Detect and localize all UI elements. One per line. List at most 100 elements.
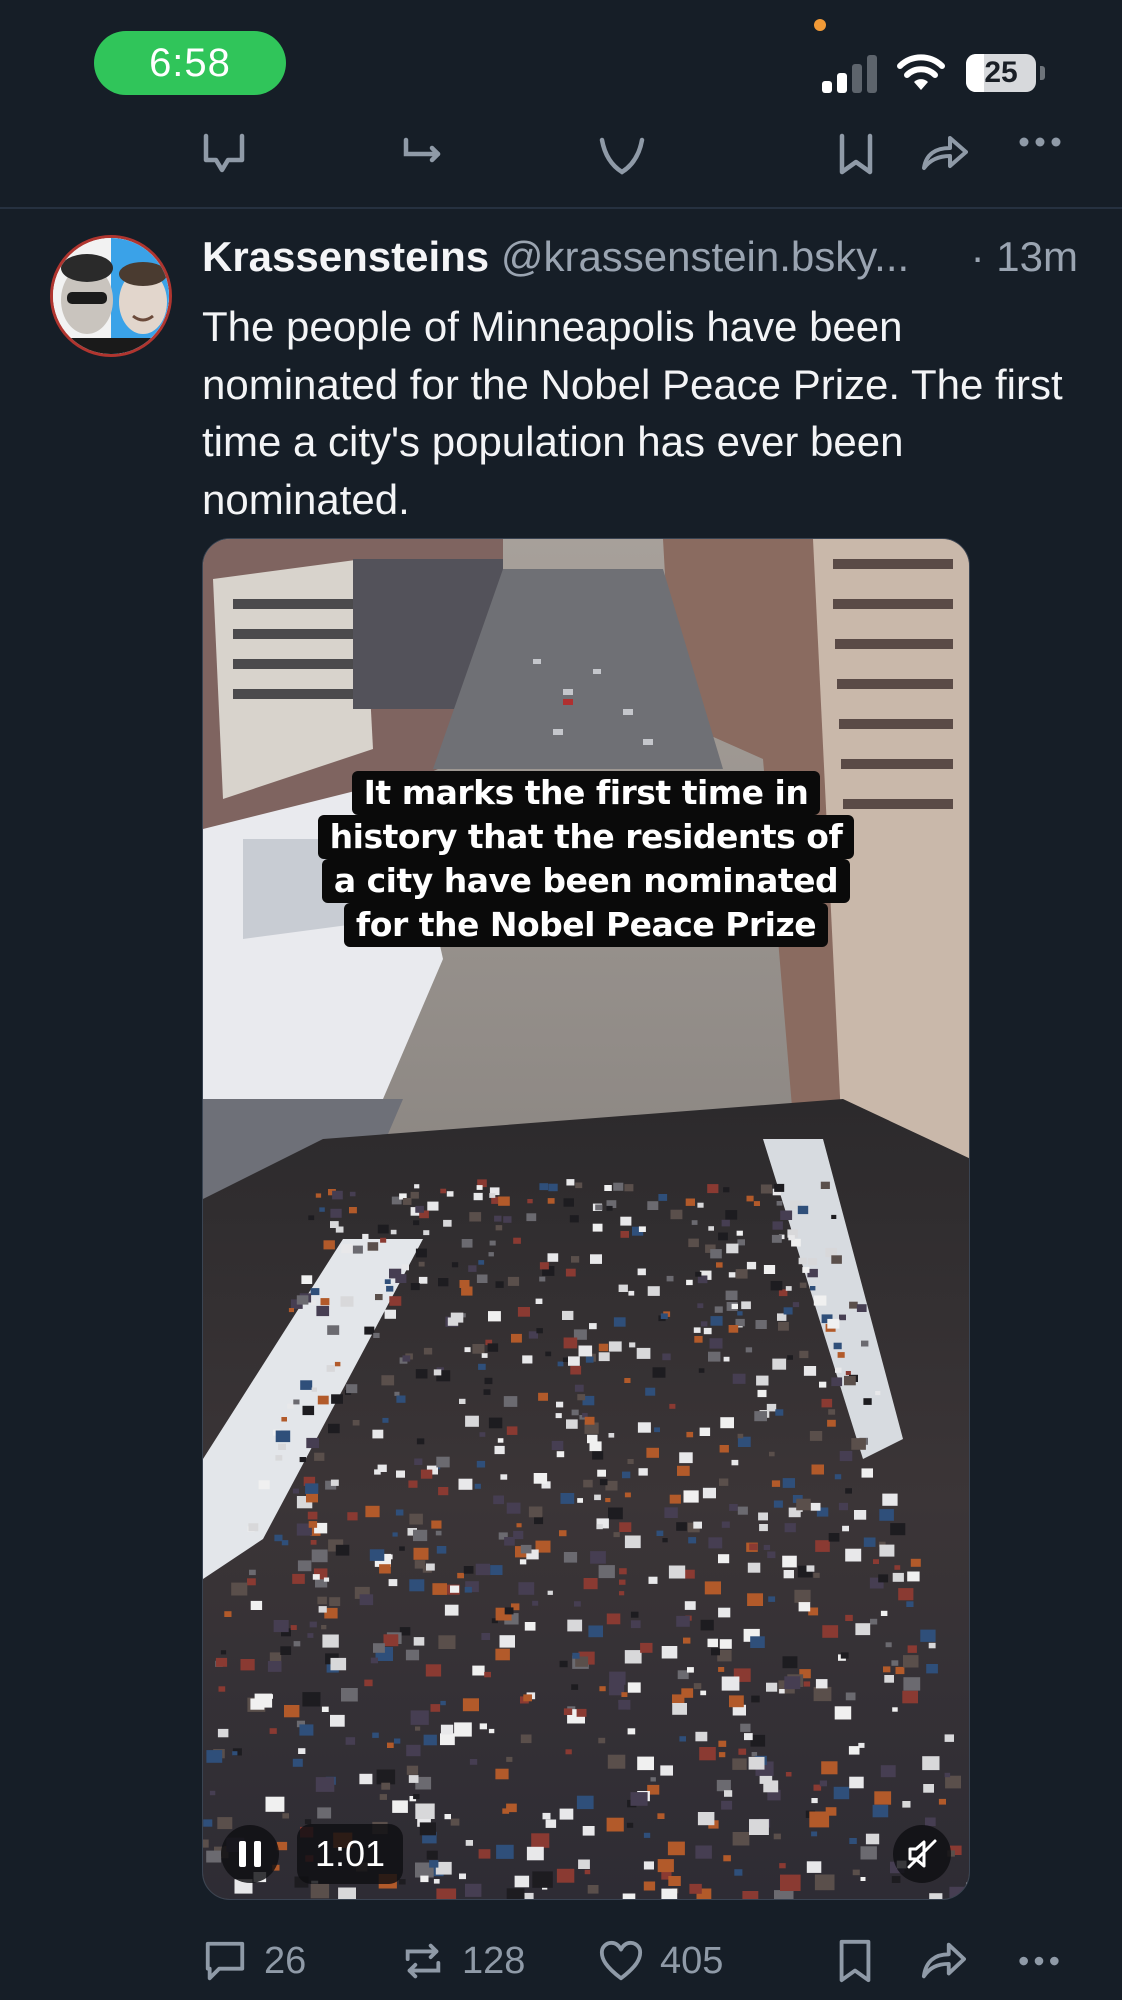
- crowd-speckle: [585, 1356, 594, 1363]
- crowd-speckle: [873, 1559, 879, 1564]
- crowd-speckle: [883, 1666, 891, 1673]
- crowd-speckle: [574, 1601, 581, 1607]
- crowd-speckle: [570, 1365, 582, 1375]
- crowd-speckle: [590, 1254, 602, 1264]
- crowd-speckle: [306, 1492, 318, 1503]
- video-player[interactable]: It marks the first time in history that …: [202, 538, 970, 1900]
- crowd-speckle: [250, 1600, 263, 1610]
- repost-icon: [405, 1943, 441, 1979]
- bookmark-icon: [839, 1939, 871, 1983]
- crowd-speckle: [737, 1506, 748, 1515]
- crowd-speckle: [461, 1239, 473, 1248]
- crowd-speckle: [848, 1746, 860, 1755]
- crowd-speckle: [707, 1184, 719, 1194]
- crowd-speckle: [516, 1523, 522, 1528]
- crowd-speckle: [797, 1205, 809, 1215]
- heart-icon[interactable]: [598, 132, 646, 180]
- bookmark-icon[interactable]: [832, 132, 880, 180]
- crowd-speckle: [828, 1533, 840, 1542]
- crowd-speckle: [861, 1340, 869, 1347]
- crowd-speckle: [302, 1692, 321, 1707]
- crowd-speckle: [884, 1675, 894, 1683]
- share-button[interactable]: [920, 1935, 966, 1987]
- crowd-speckle: [741, 1301, 751, 1310]
- crowd-speckle: [598, 1352, 610, 1362]
- crowd-speckle: [413, 1547, 429, 1560]
- crowd-speckle: [819, 1381, 827, 1388]
- crowd-speckle: [589, 1441, 602, 1452]
- avatar[interactable]: [50, 235, 172, 357]
- crowd-speckle: [683, 1637, 691, 1644]
- crowd-speckle: [388, 1579, 398, 1587]
- crowd-speckle: [547, 1198, 555, 1204]
- reply-icon[interactable]: [200, 132, 248, 180]
- crowd-speckle: [944, 1772, 951, 1778]
- crowd-speckle: [330, 1479, 339, 1486]
- crowd-speckle: [479, 1432, 486, 1437]
- crowd-speckle: [431, 1520, 442, 1529]
- repost-icon[interactable]: [400, 132, 448, 180]
- crowd-speckle: [902, 1801, 911, 1808]
- crowd-speckle: [718, 1554, 730, 1564]
- crowd-speckle: [203, 1819, 213, 1827]
- crowd-speckle: [332, 1190, 343, 1200]
- crowd-speckle: [723, 1187, 730, 1193]
- mute-button[interactable]: [893, 1825, 951, 1883]
- crowd-speckle: [463, 1566, 474, 1574]
- crowd-speckle: [880, 1765, 896, 1778]
- crowd-speckle: [494, 1215, 502, 1222]
- reply-button[interactable]: 26: [202, 1935, 306, 1987]
- crowd-speckle: [218, 1686, 226, 1692]
- crowd-speckle: [719, 1445, 729, 1453]
- crowd-speckle: [563, 1552, 578, 1563]
- crowd-speckle: [423, 1230, 430, 1236]
- bookmark-button[interactable]: [832, 1935, 878, 1987]
- crowd-speckle: [721, 1800, 733, 1810]
- crowd-speckle: [555, 1413, 562, 1419]
- crowd-speckle: [410, 1710, 429, 1725]
- crowd-speckle: [248, 1523, 259, 1532]
- crowd-speckle: [376, 1769, 396, 1785]
- crowd-speckle: [792, 1302, 800, 1308]
- crowd-speckle: [293, 1399, 300, 1405]
- like-button[interactable]: 405: [598, 1935, 723, 1987]
- crowd-speckle: [907, 1645, 917, 1653]
- more-icon[interactable]: [1016, 132, 1064, 180]
- post-timestamp[interactable]: · 13m: [964, 233, 1078, 281]
- crowd-speckle: [630, 1620, 641, 1629]
- crowd-speckle: [833, 1342, 842, 1350]
- crowd-speckle: [203, 1894, 207, 1899]
- crowd-speckle: [330, 1714, 345, 1727]
- post-divider: [0, 207, 1122, 209]
- share-icon[interactable]: [920, 132, 968, 180]
- crowd-speckle: [373, 1332, 380, 1338]
- crowd-speckle: [440, 1733, 455, 1746]
- crowd-speckle: [249, 1569, 256, 1576]
- crowd-speckle: [878, 1574, 889, 1583]
- crowd-speckle: [415, 1726, 421, 1731]
- more-options-button[interactable]: [1016, 1935, 1062, 1987]
- crowd-speckle: [624, 1492, 631, 1498]
- crowd-speckle: [879, 1544, 895, 1557]
- crowd-speckle: [321, 1706, 329, 1712]
- crowd-speckle: [310, 1300, 316, 1305]
- crowd-speckle: [760, 1184, 773, 1194]
- crowd-speckle: [206, 1850, 222, 1863]
- repost-button[interactable]: 128: [400, 1935, 525, 1987]
- crowd-speckle: [476, 1460, 486, 1468]
- crowd-speckle: [751, 1695, 760, 1703]
- pause-button[interactable]: [221, 1825, 279, 1883]
- crowd-speckle: [703, 1327, 712, 1335]
- crowd-speckle: [316, 1305, 330, 1317]
- crowd-speckle: [526, 1213, 537, 1222]
- crowd-speckle: [469, 1759, 478, 1765]
- crowd-speckle: [732, 1758, 747, 1770]
- crowd-speckle: [531, 1833, 550, 1848]
- author-name[interactable]: Krassensteins: [202, 233, 489, 280]
- crowd-speckle: [747, 1562, 761, 1573]
- crowd-speckle: [737, 1433, 744, 1439]
- status-time[interactable]: 6:58: [94, 31, 286, 95]
- author-handle[interactable]: @krassenstein.bsky...: [501, 233, 909, 280]
- crowd-speckle: [582, 1826, 595, 1836]
- crowd-speckle: [311, 1549, 328, 1563]
